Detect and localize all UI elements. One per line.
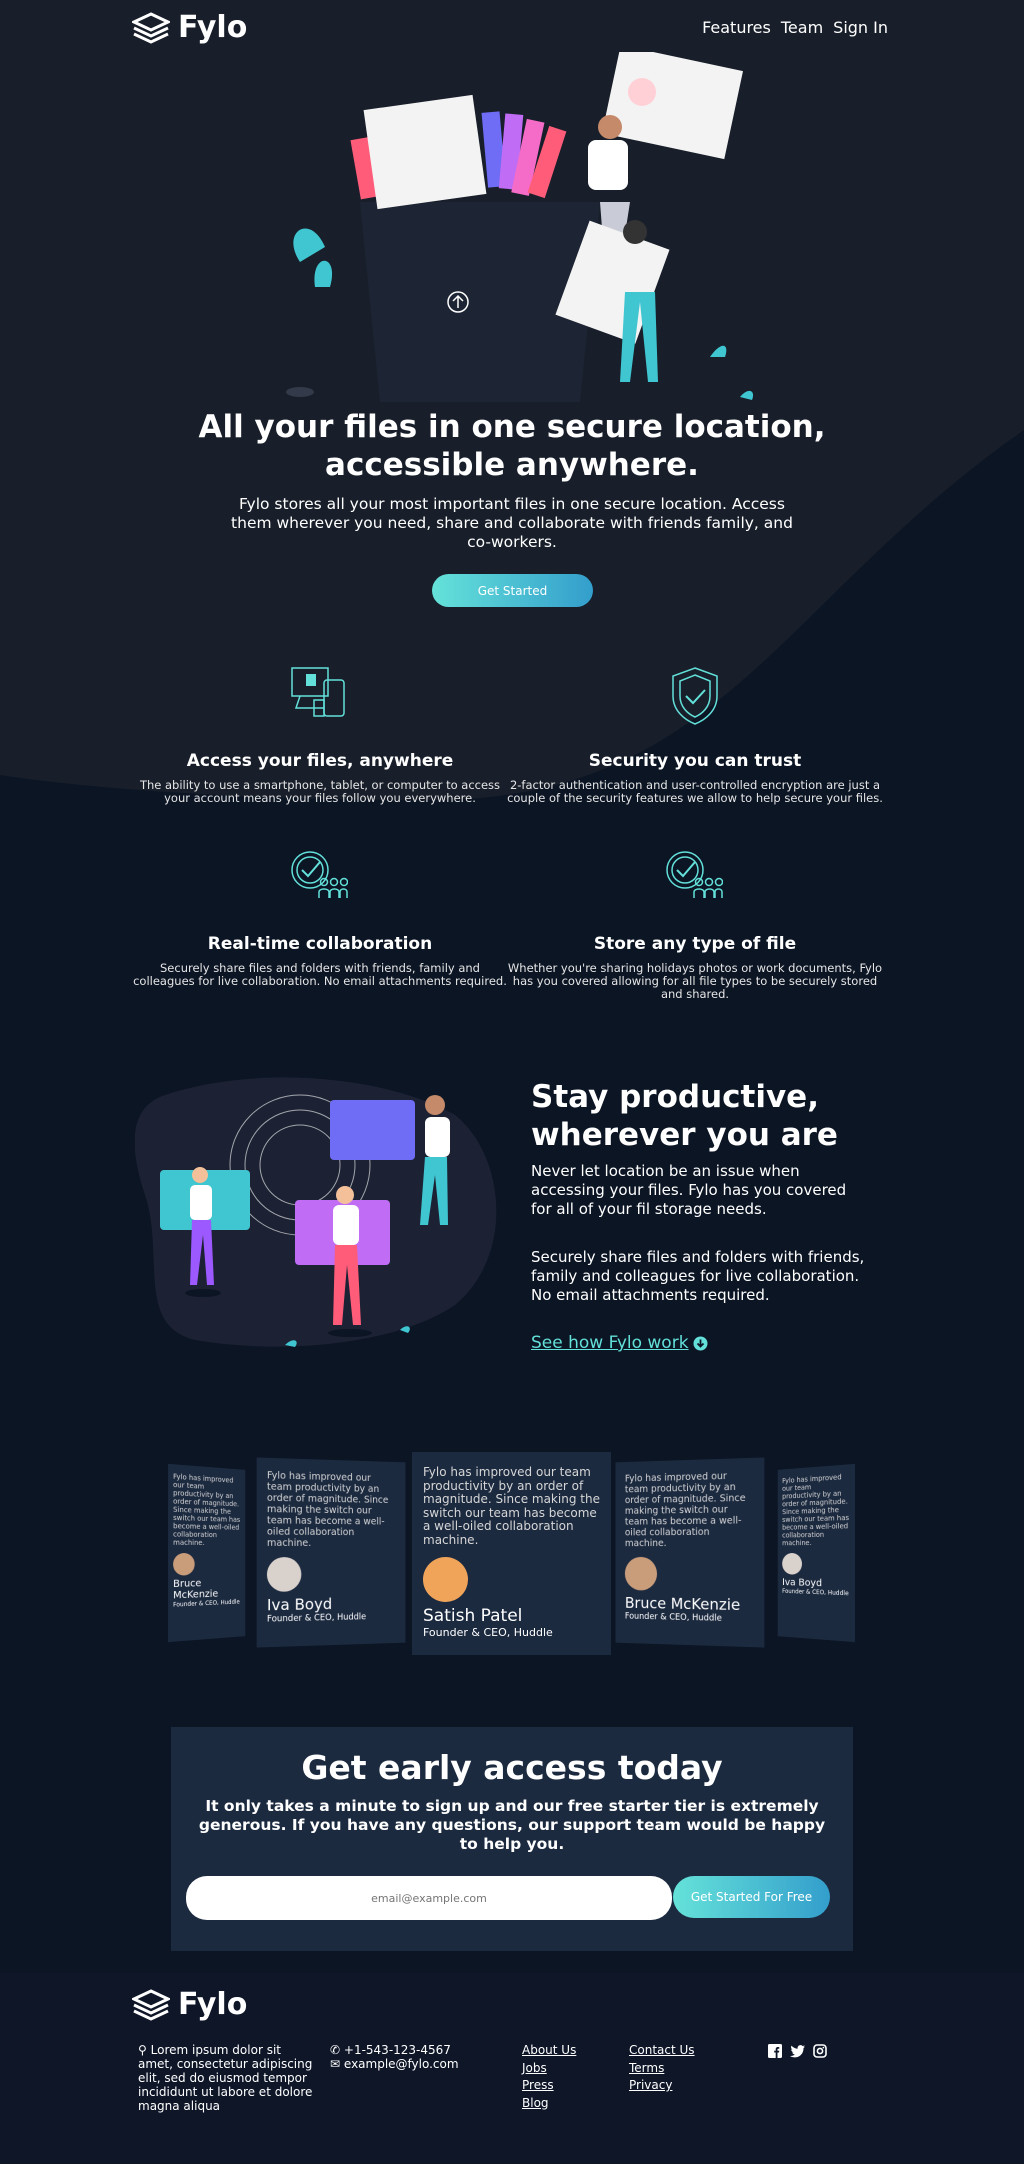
shield-check-icon: [672, 667, 718, 725]
testimonial-quote: Fylo has improved our team productivity …: [266, 1470, 389, 1549]
testimonial-quote: Fylo has improved our team productivity …: [173, 1472, 241, 1547]
early-access-text: It only takes a minute to sign up and ou…: [198, 1797, 826, 1853]
footer-link-contact[interactable]: Contact Us: [629, 2043, 695, 2057]
email-text: example@fylo.com: [343, 2057, 459, 2071]
feature-text: Securely share files and folders with fr…: [133, 961, 507, 988]
footer-link-privacy[interactable]: Privacy: [629, 2078, 695, 2092]
productive-paragraph-1: Never let location be an issue when acce…: [531, 1162, 847, 1218]
logo-text: Fylo: [178, 10, 248, 45]
avatar: [266, 1557, 302, 1592]
feature-title: Store any type of file: [593, 934, 797, 954]
address-text: Lorem ipsum dolor sit amet, consectetur …: [138, 2043, 313, 2113]
nav-sign-in[interactable]: Sign In: [833, 18, 888, 37]
instagram-icon[interactable]: [813, 2044, 827, 2058]
footer-link-press[interactable]: Press: [522, 2078, 576, 2092]
footer-contact: ✆ +1-543-123-4567 ✉ example@fylo.com: [330, 2043, 459, 2071]
avatar: [173, 1553, 195, 1576]
email-input[interactable]: [186, 1876, 672, 1920]
location-pin-icon: ⚲: [138, 2043, 147, 2057]
main-nav: Features Team Sign In: [702, 18, 888, 37]
footer-links-2: Contact Us Terms Privacy: [629, 2043, 695, 2096]
get-started-free-button[interactable]: Get Started For Free: [673, 1876, 830, 1918]
footer-link-terms[interactable]: Terms: [629, 2061, 695, 2075]
collaboration-icon: [291, 851, 348, 898]
testimonial-quote: Fylo has improved our team productivity …: [782, 1473, 850, 1548]
feature-text: Whether you're sharing holidays photos o…: [507, 961, 883, 1001]
testimonial-card[interactable]: Fylo has improved our team productivity …: [615, 1457, 765, 1648]
footer-address: ⚲ Lorem ipsum dolor sit amet, consectetu…: [138, 2043, 313, 2113]
nav-team[interactable]: Team: [781, 18, 823, 37]
devices-icon: [291, 667, 345, 717]
footer-logo-text: Fylo: [178, 1987, 248, 2022]
see-how-link-text: See how Fylo work: [531, 1333, 689, 1353]
testimonial-role: Founder & CEO, Huddle: [782, 1587, 849, 1598]
feature-collaboration: Real-time collaboration Securely share f…: [130, 934, 510, 988]
testimonial-card[interactable]: Fylo has improved our team productivity …: [168, 1463, 246, 1643]
avatar: [624, 1556, 658, 1591]
testimonial-role: Founder & CEO, Huddle: [423, 1626, 553, 1639]
hero-illustration: [286, 52, 754, 402]
logo-layers-icon: [132, 1988, 170, 2021]
twitter-icon[interactable]: [790, 2044, 805, 2058]
productive-title: Stay productive, wherever you are: [531, 1079, 838, 1153]
feature-title: Security you can trust: [588, 751, 802, 771]
feature-title: Real-time collaboration: [207, 934, 433, 954]
testimonial-card[interactable]: Fylo has improved our team productivity …: [777, 1463, 855, 1643]
footer-link-jobs[interactable]: Jobs: [522, 2061, 576, 2075]
see-how-fylo-works-link[interactable]: See how Fylo work: [531, 1333, 708, 1353]
hero-description: Fylo stores all your most important file…: [231, 495, 793, 551]
avatar: [782, 1553, 802, 1575]
feature-security: Security you can trust 2-factor authenti…: [505, 751, 885, 805]
testimonial-card[interactable]: Fylo has improved our team productivity …: [256, 1457, 406, 1648]
phone-icon: ✆: [330, 2043, 341, 2057]
footer-links-1: About Us Jobs Press Blog: [522, 2043, 576, 2113]
arrow-circle-down-icon: [693, 1336, 708, 1350]
social-links: [768, 2044, 827, 2058]
feature-access: Access your files, anywhere The ability …: [130, 751, 510, 805]
footer-link-blog[interactable]: Blog: [522, 2096, 576, 2110]
logo[interactable]: Fylo: [132, 10, 247, 45]
testimonial-role: Founder & CEO, Huddle: [266, 1612, 367, 1625]
phone-text: +1-543-123-4567: [343, 2043, 451, 2057]
testimonial-role: Founder & CEO, Huddle: [173, 1598, 240, 1609]
nav-features[interactable]: Features: [702, 18, 771, 37]
footer-logo[interactable]: Fylo: [132, 1987, 247, 2022]
footer-link-about[interactable]: About Us: [522, 2043, 576, 2057]
envelope-icon: ✉: [330, 2057, 341, 2071]
testimonial-quote: Fylo has improved our team productivity …: [423, 1465, 600, 1547]
facebook-icon[interactable]: [768, 2044, 782, 2058]
logo-layers-icon: [132, 11, 170, 44]
feature-text: The ability to use a smartphone, tablet,…: [139, 778, 501, 805]
get-started-button[interactable]: Get Started: [432, 574, 593, 607]
feature-title: Access your files, anywhere: [186, 751, 454, 771]
early-access-title: Get early access today: [301, 1748, 723, 1787]
avatar: [423, 1557, 468, 1602]
feature-file-types: Store any type of file Whether you're sh…: [505, 934, 885, 1001]
testimonial-card[interactable]: Fylo has improved our team productivity …: [412, 1452, 611, 1655]
testimonial-name: Bruce McKenzie: [173, 1578, 219, 1602]
productive-paragraph-2: Securely share files and folders with fr…: [531, 1248, 865, 1304]
productive-illustration: [135, 1077, 497, 1347]
testimonial-name: Satish Patel: [423, 1606, 523, 1626]
collaboration-icon: [666, 851, 723, 898]
hero-title: All your files in one secure location, a…: [198, 409, 826, 483]
testimonial-quote: Fylo has improved our team productivity …: [624, 1470, 746, 1550]
feature-text: 2-factor authentication and user-control…: [507, 778, 883, 805]
